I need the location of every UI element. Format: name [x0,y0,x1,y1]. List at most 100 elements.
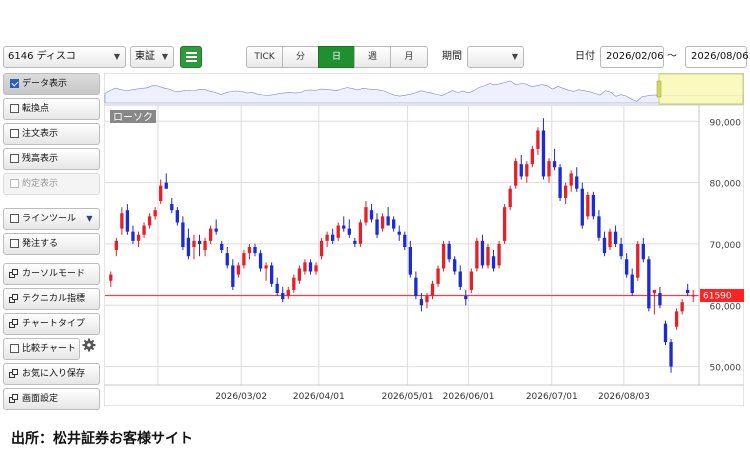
candle-body [491,256,496,269]
sidebar-item-compare-chart[interactable]: 比較チャート [3,338,80,360]
range-navigator[interactable] [103,72,745,106]
navigator-window[interactable] [658,73,744,105]
candle-body [552,161,557,168]
candle-body [586,194,590,217]
sidebar-item-line-tool[interactable]: ラインツール [3,208,81,230]
candle-body [419,299,424,306]
candle-body [486,247,490,266]
checkbox[interactable] [10,239,19,248]
date-label: 日付 [575,51,595,62]
sidebar-item-chart-type[interactable]: チャートタイプ [3,313,100,335]
candle-body [192,240,196,247]
candle-body [530,148,535,165]
x-tick-label: 2026/08/03 [598,392,650,402]
sidebar-item-cursor-mode[interactable]: カーソルモード [3,263,100,285]
candle-body [636,243,640,278]
candle-body [292,277,296,290]
chart-canvas[interactable]: 90,000 80,000 70,000 60,000 50,000 2026/03/0… [103,72,745,407]
date-to-input[interactable]: 2026/08/06 [685,46,749,68]
navigator-handle-left[interactable] [656,80,662,98]
source-caption: 出所：松井証券お客様サイト [11,431,193,447]
candle-body [114,240,118,251]
gear-icon[interactable] [82,338,96,352]
candle-body [197,240,202,244]
x-tick-label: 2026/05/01 [382,392,434,402]
sidebar-item-label: カーソルモード [22,269,86,279]
sidebar-item-place-order[interactable]: 発注する [3,233,100,255]
candlestick-chart[interactable]: 90,000 80,000 70,000 60,000 50,000 2026/03/0… [103,72,745,407]
sidebar-item-label: お気に入り保存 [22,369,86,379]
candle-body [231,265,235,287]
checkbox[interactable] [10,129,19,138]
tab-month[interactable]: 月 [390,46,428,68]
window-icon [9,369,19,379]
candle-body [297,268,302,281]
sidebar-item-label: チャートタイプ [22,319,85,329]
current-price-badge: 61590 [700,289,744,303]
candle-body [220,243,224,251]
candle-body [597,216,601,238]
x-tick-label: 2026/07/01 [526,392,578,402]
window-icon [9,294,19,304]
sidebar-item-balance-display[interactable]: 残高表示 [3,148,100,170]
candle-body [253,247,257,254]
candle-body [680,302,684,312]
candle-body [536,130,540,149]
chart-type-label-text: ローソク [113,112,153,124]
tab-minute[interactable]: 分 [282,46,319,68]
candle-body [336,225,340,238]
candle-body [652,289,657,293]
candle-body [170,204,174,211]
sidebar-item-turning-points[interactable]: 転換点 [3,98,100,120]
sidebar-item-label: データ表示 [22,79,68,89]
checkbox-checked[interactable] [10,79,19,88]
current-price-line [105,294,699,297]
market-select[interactable]: 東証 ▼ [130,46,174,68]
sidebar-item-label: 画面設定 [22,394,59,404]
candle-body [369,210,374,220]
sidebar-item-order-display[interactable]: 注文表示 [3,123,100,145]
candle-body [147,216,152,226]
tab-day[interactable]: 日 [318,46,355,68]
tab-week[interactable]: 週 [354,46,391,68]
y-tick-label: 70,000 [710,241,742,251]
sidebar-item-screen-settings[interactable]: 画面設定 [3,388,100,410]
checkbox[interactable] [10,154,19,163]
candle-body [319,240,324,257]
candle-body [591,194,596,217]
market-select-value: 東証 [135,51,155,62]
y-tick-label: 90,000 [710,118,742,128]
candle-body [447,243,451,260]
checkbox[interactable] [10,104,19,113]
list-icon [186,60,197,62]
candle-body [120,213,124,229]
symbol-select[interactable]: 6146 ディスコ ▼ [3,46,126,68]
candle-body [203,240,207,251]
sidebar-item-data-display[interactable]: データ表示 [3,73,100,95]
candle-body [563,185,568,198]
candle-body [441,243,446,269]
candle-body [408,247,412,275]
date-separator: ～ [667,51,677,62]
x-tick-label: 2026/04/01 [293,392,345,402]
candle-body [303,262,307,272]
tab-tick[interactable]: TICK [246,46,283,68]
candle-body [347,228,351,235]
checkbox[interactable] [10,214,19,223]
list-icon [186,56,197,58]
line-tool-dropdown-button[interactable]: ▼ [80,208,100,230]
candle-body [330,234,335,241]
candle-body [242,253,246,266]
candle-body [142,225,146,235]
date-from-input[interactable]: 2026/02/06 [600,46,664,68]
candle-body [425,296,429,303]
candle-body [258,253,263,269]
sidebar-item-technical-indicators[interactable]: テクニカル指標 [3,288,100,310]
sidebar-item-save-favorite[interactable]: お気に入り保存 [3,363,100,385]
checkbox[interactable] [10,344,19,353]
list-view-button[interactable] [180,46,202,68]
candle-body [314,265,318,272]
candle-body [136,234,141,241]
range-select[interactable]: ▼ [467,46,524,68]
window-icon [9,394,19,404]
